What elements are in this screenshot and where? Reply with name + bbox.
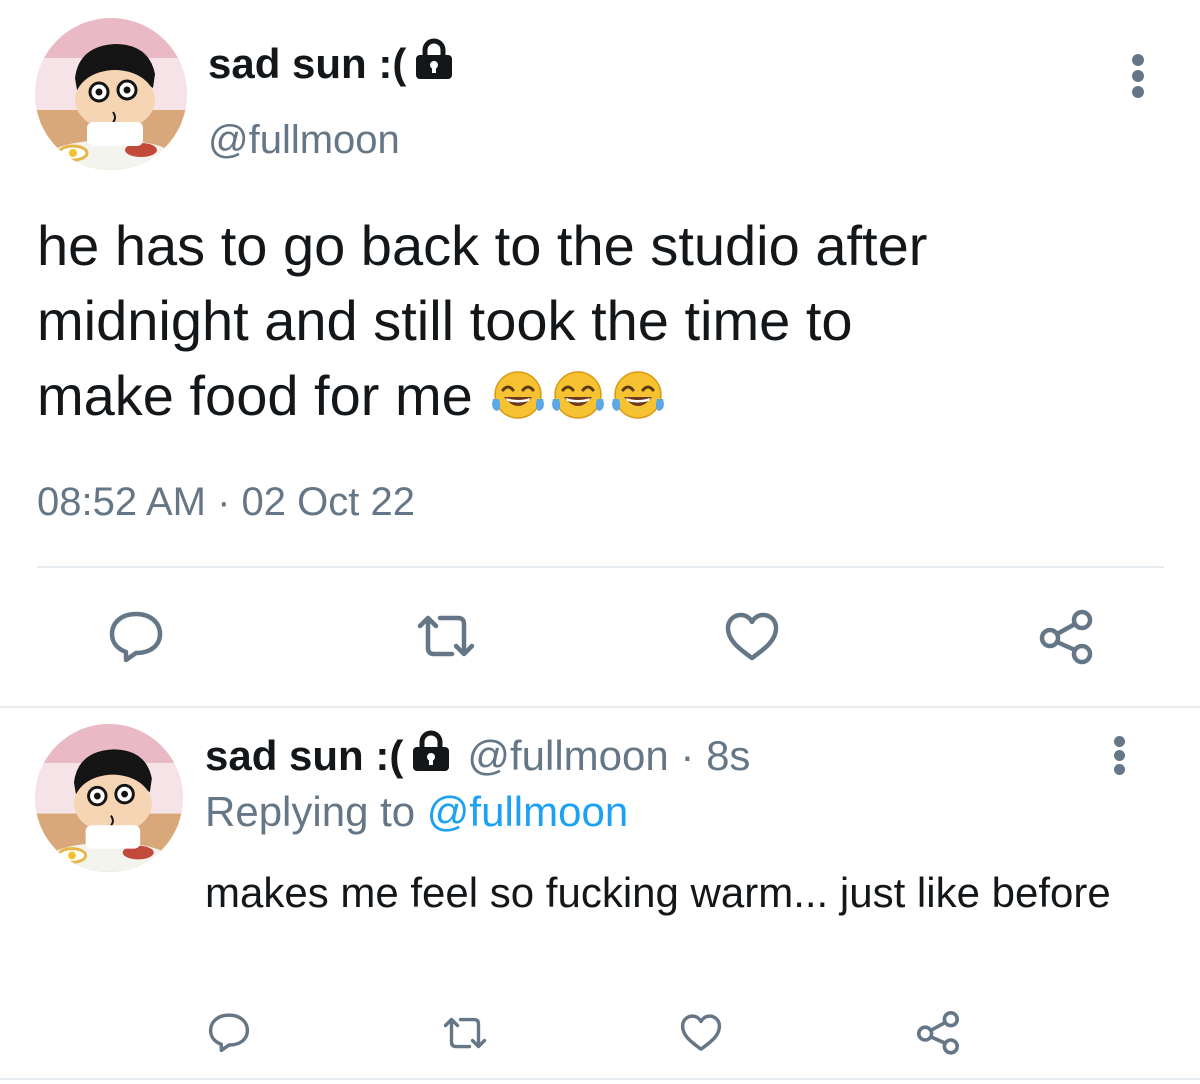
lock-icon [409,730,453,782]
tweet-detail-view: sad sun :( @fullmoon he has to go back t… [0,0,1200,1084]
more-options-icon[interactable] [1120,50,1156,100]
reply-header: sad sun :( @fullmoon · 8s [205,730,750,782]
tweet-author-name[interactable]: sad sun :( [208,38,456,90]
tears-of-joy-emoji-icon [611,371,664,419]
like-icon[interactable] [678,1012,724,1054]
reply-text: makes me feel so fucking warm... just li… [205,869,1111,916]
divider [0,1078,1200,1080]
replying-to-handle-link[interactable]: @fullmoon [427,788,628,835]
tweet-author-handle[interactable]: @fullmoon [208,118,400,163]
tweet-text: he has to go back to the studio after mi… [37,208,1157,433]
share-icon[interactable] [914,1008,962,1056]
reply-meta[interactable]: @fullmoon · 8s [467,732,750,780]
display-name[interactable]: sad sun :( [205,732,403,780]
tweet-timestamp[interactable]: 08:52 AM · 02 Oct 22 [37,480,415,525]
reply-icon[interactable] [106,608,166,664]
avatar[interactable] [35,724,183,872]
retweet-icon[interactable] [414,608,478,664]
lock-icon [412,38,456,90]
replying-to-label: Replying to [205,788,416,835]
share-icon[interactable] [1036,606,1096,666]
divider [0,706,1200,708]
replying-to: Replying to @fullmoon [205,788,628,836]
emoji-group [489,369,667,421]
retweet-icon[interactable] [440,1012,490,1054]
tears-of-joy-emoji-icon [491,371,544,419]
tweet-body: he has to go back to the studio after mi… [37,214,928,427]
divider [37,566,1164,568]
like-icon[interactable] [722,610,782,664]
reply-icon[interactable] [206,1010,252,1054]
tears-of-joy-emoji-icon [551,371,604,419]
more-options-icon[interactable] [1102,734,1138,778]
avatar[interactable] [35,18,187,170]
display-name: sad sun :( [208,40,407,87]
